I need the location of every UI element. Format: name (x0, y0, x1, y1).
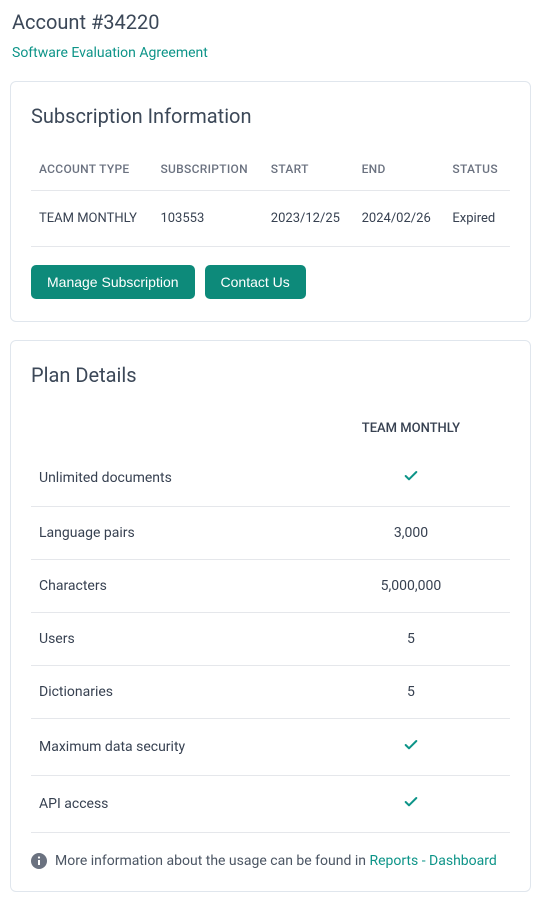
col-status: STATUS (444, 150, 510, 191)
info-prefix: More information about the usage can be … (55, 853, 369, 869)
plan-feature-label: Users (31, 613, 312, 666)
info-icon (31, 853, 47, 869)
page-title: Account #34220 (12, 10, 531, 34)
plan-col-feature (31, 409, 312, 450)
cell-status: Expired (444, 191, 510, 247)
cell-end: 2024/02/26 (354, 191, 445, 247)
cell-account-type: TEAM MONTHLY (31, 191, 152, 247)
plan-feature-label: API access (31, 776, 312, 833)
reports-dashboard-link[interactable]: Reports - Dashboard (369, 853, 496, 869)
plan-col-header: TEAM MONTHLY (312, 409, 510, 450)
plan-feature-value: 5 (312, 666, 510, 719)
plan-table: TEAM MONTHLY Unlimited documentsLanguage… (31, 409, 510, 833)
plan-row-language-pairs: Language pairs3,000 (31, 507, 510, 560)
table-row: TEAM MONTHLY 103553 2023/12/25 2024/02/2… (31, 191, 510, 247)
plan-row-api-access: API access (31, 776, 510, 833)
manage-subscription-button[interactable]: Manage Subscription (31, 265, 195, 299)
check-icon (403, 468, 419, 484)
plan-row-unlimited-docs: Unlimited documents (31, 450, 510, 507)
col-start: START (263, 150, 354, 191)
subscription-table: ACCOUNT TYPE SUBSCRIPTION START END STAT… (31, 150, 510, 247)
plan-feature-label: Unlimited documents (31, 450, 312, 507)
plan-row-max-security: Maximum data security (31, 719, 510, 776)
cell-subscription: 103553 (152, 191, 262, 247)
plan-feature-label: Maximum data security (31, 719, 312, 776)
subscription-card-title: Subscription Information (31, 104, 510, 128)
col-end: END (354, 150, 445, 191)
plan-feature-value (312, 719, 510, 776)
plan-details-card: Plan Details TEAM MONTHLY Unlimited docu… (10, 340, 531, 892)
plan-row-users: Users5 (31, 613, 510, 666)
plan-feature-label: Characters (31, 560, 312, 613)
col-subscription: SUBSCRIPTION (152, 150, 262, 191)
plan-card-title: Plan Details (31, 363, 510, 387)
subscription-card: Subscription Information ACCOUNT TYPE SU… (10, 81, 531, 322)
col-account-type: ACCOUNT TYPE (31, 150, 152, 191)
plan-row-dictionaries: Dictionaries5 (31, 666, 510, 719)
plan-feature-value: 3,000 (312, 507, 510, 560)
contact-us-button[interactable]: Contact Us (205, 265, 306, 299)
cell-start: 2023/12/25 (263, 191, 354, 247)
check-icon (403, 794, 419, 810)
plan-feature-value: 5,000,000 (312, 560, 510, 613)
info-text: More information about the usage can be … (55, 853, 497, 869)
plan-feature-value (312, 776, 510, 833)
plan-row-characters: Characters5,000,000 (31, 560, 510, 613)
agreement-link[interactable]: Software Evaluation Agreement (12, 45, 208, 61)
plan-feature-value (312, 450, 510, 507)
plan-feature-value: 5 (312, 613, 510, 666)
plan-feature-label: Language pairs (31, 507, 312, 560)
info-row: More information about the usage can be … (31, 853, 510, 869)
plan-feature-label: Dictionaries (31, 666, 312, 719)
check-icon (403, 737, 419, 753)
